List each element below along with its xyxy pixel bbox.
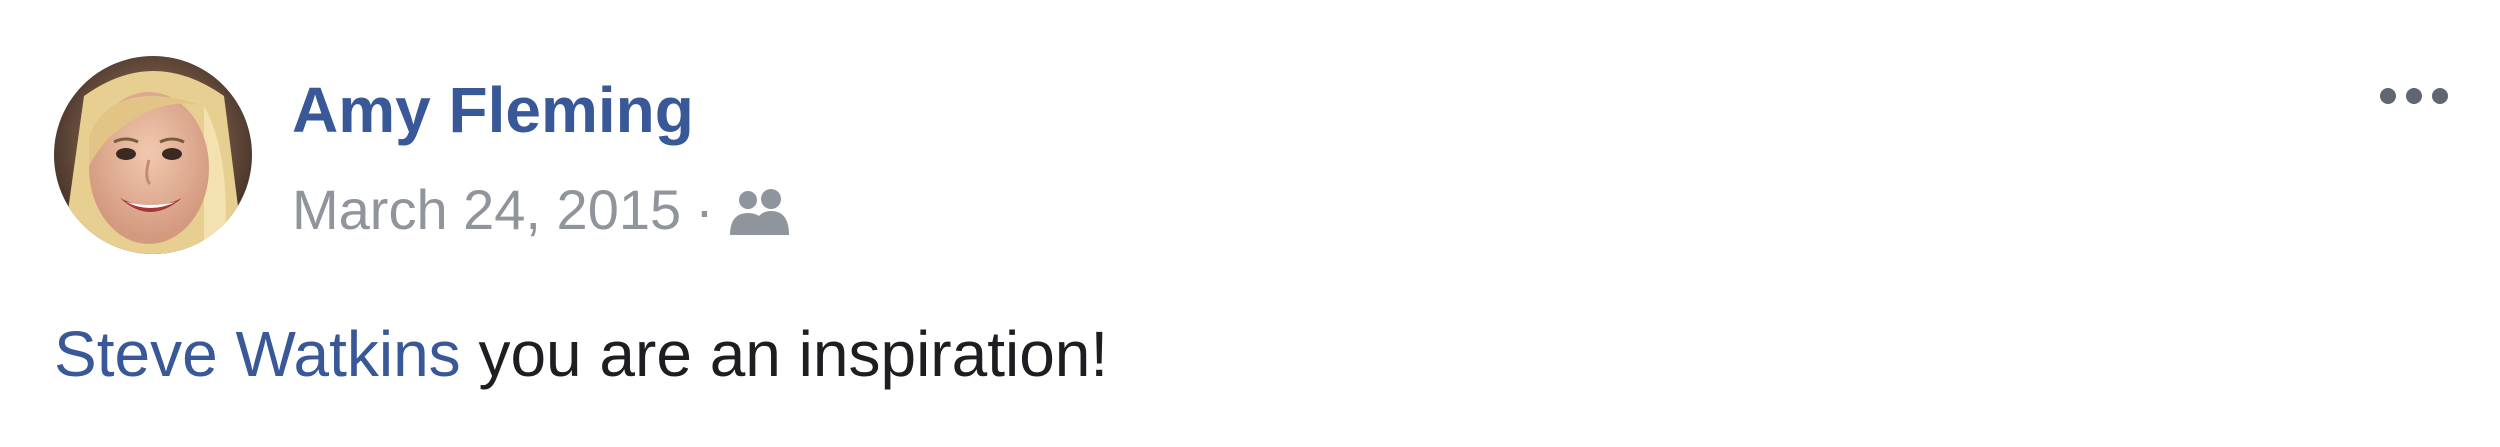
author-avatar[interactable] (54, 56, 252, 254)
more-options-button[interactable] (2376, 78, 2452, 114)
post-meta: March 24, 2015 · (292, 178, 790, 242)
meta-separator: · (695, 178, 714, 241)
friends-icon[interactable] (728, 187, 790, 237)
author-name[interactable]: Amy Fleming (292, 72, 694, 148)
post-message: you are an inspiration! (460, 318, 1109, 390)
more-options-icon (2380, 88, 2448, 104)
profile-photo (54, 56, 252, 254)
post-timestamp[interactable]: March 24, 2015 (292, 178, 681, 242)
post-card: Amy Fleming March 24, 2015 · Steve Watki… (0, 0, 2500, 447)
post-body: Steve Watkins you are an inspiration! (54, 314, 1108, 394)
mention-link[interactable]: Steve Watkins (54, 318, 461, 390)
